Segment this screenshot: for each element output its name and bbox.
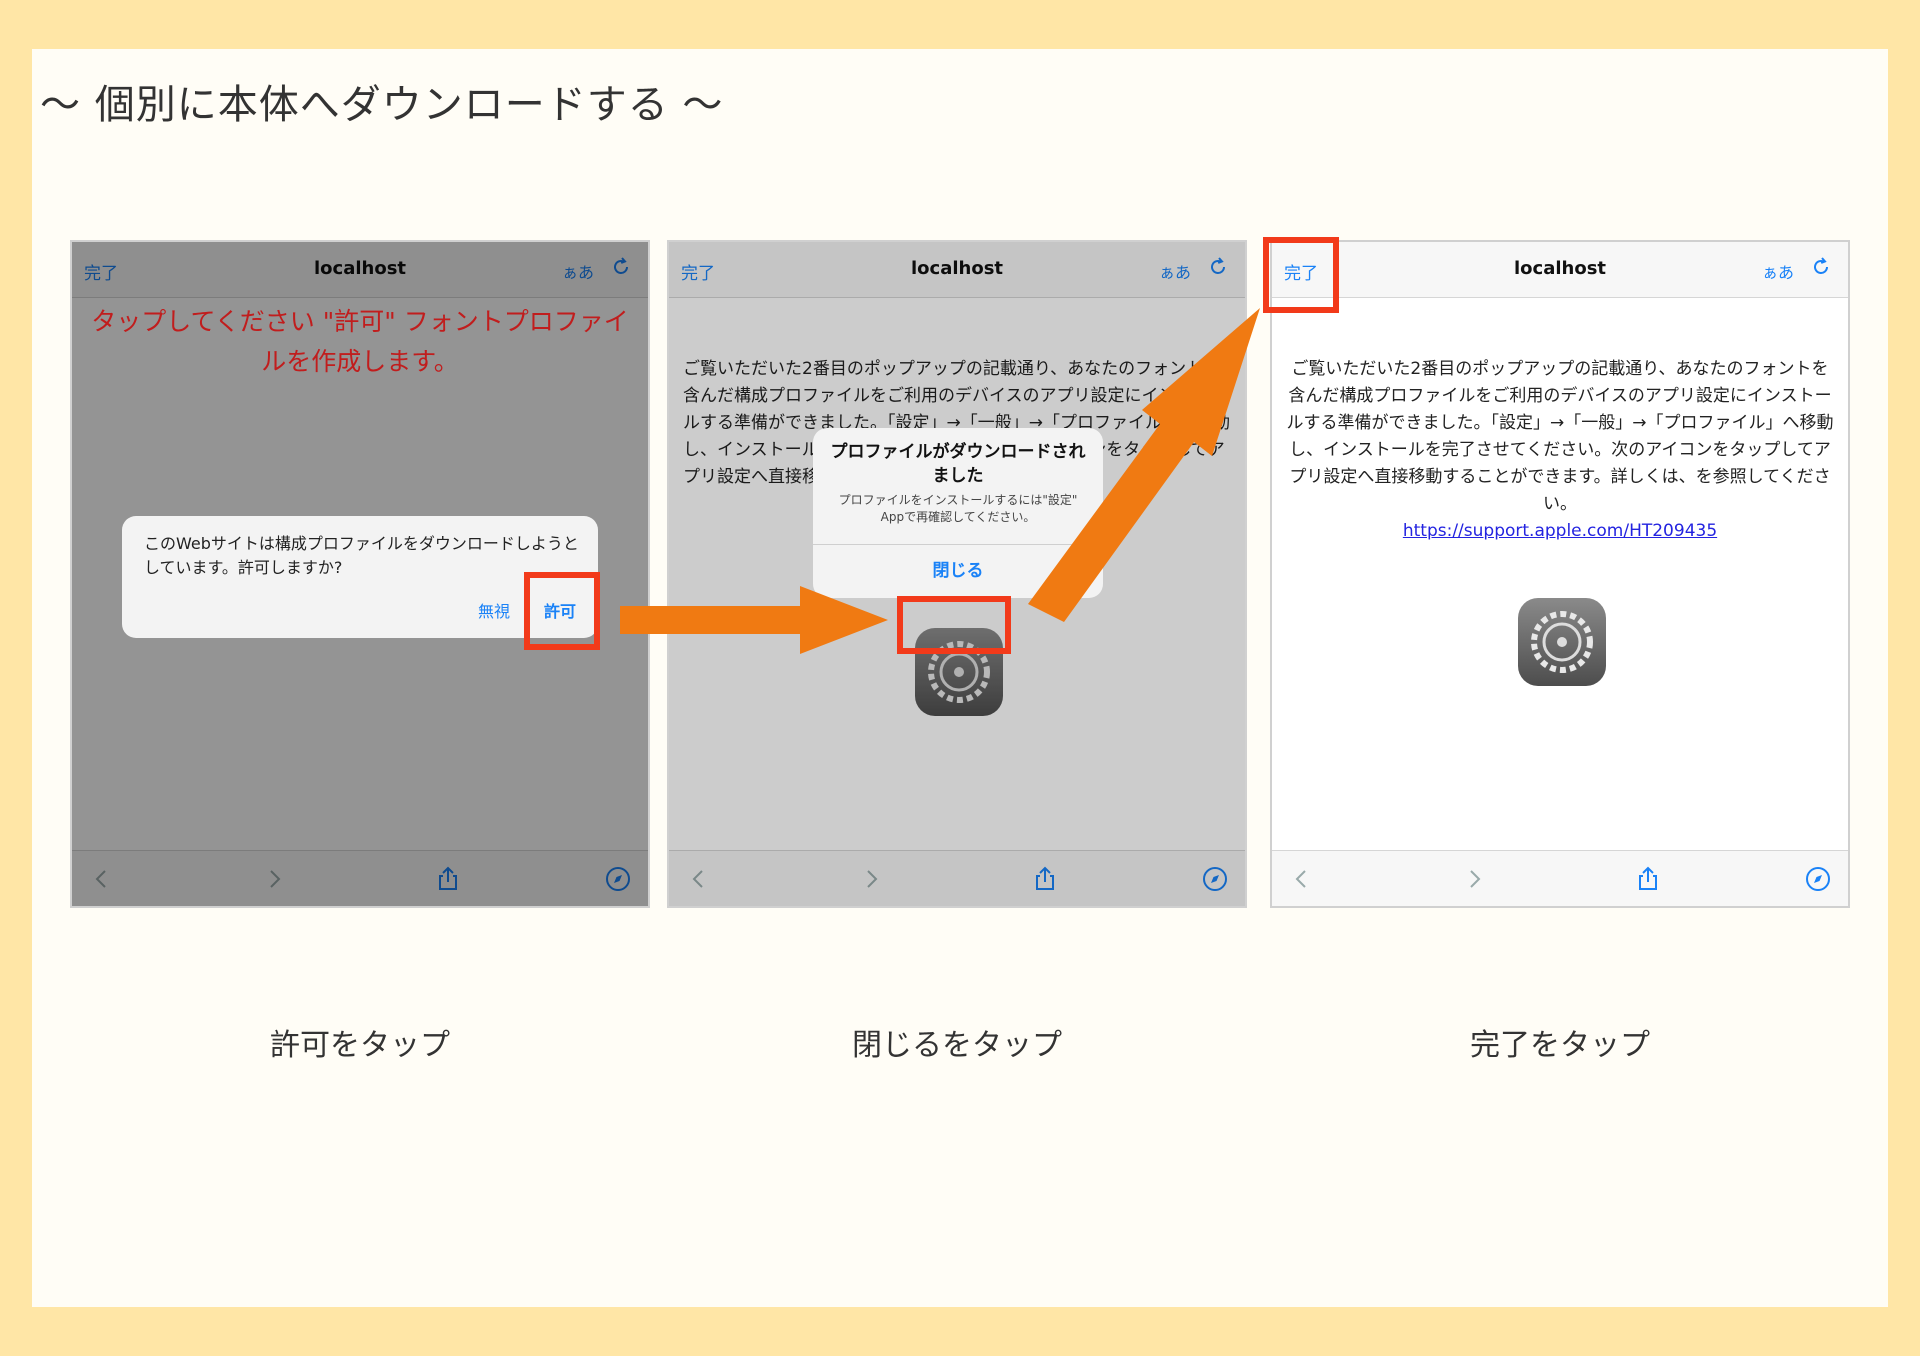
arrow-step1-to-step2: [620, 586, 888, 654]
arrow-step2-to-step3: [1028, 308, 1260, 622]
flow-arrows: [620, 308, 1260, 654]
caption-step-3: 完了をタップ: [1470, 1028, 1650, 1063]
caption-step-2: 閉じるをタップ: [852, 1028, 1062, 1063]
caption-step-1: 許可をタップ: [270, 1028, 450, 1063]
